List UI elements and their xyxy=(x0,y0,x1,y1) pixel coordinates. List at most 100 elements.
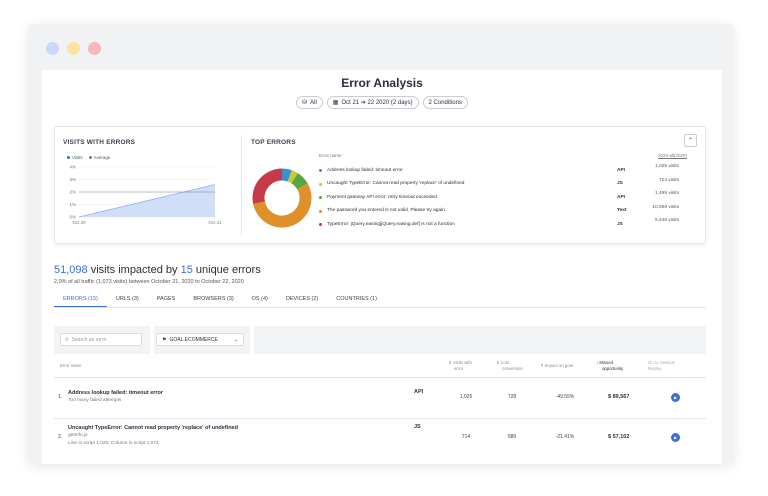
top-error-row[interactable]: Uncaught TypeError: Cannot read property… xyxy=(319,177,689,195)
segment-filter[interactable]: ⛁ All xyxy=(296,96,323,109)
col-error-name[interactable]: Error name xyxy=(60,363,82,369)
tab-item[interactable]: BROWSERS (3) xyxy=(184,294,242,307)
collapse-button[interactable]: ⌃ xyxy=(684,134,697,147)
legend-visits: Visits xyxy=(67,155,83,160)
col-opportunity-label-b: opportunity xyxy=(602,365,624,371)
error-name: Payment gateway API error: retry timeout… xyxy=(327,194,437,200)
summary-card: VISITS WITH ERRORS Visits Average 0% 1% 2%… xyxy=(54,126,706,244)
error-name: Address lookup failed: timeout error xyxy=(327,167,403,173)
segment-filter-label: All xyxy=(310,99,317,106)
error-type: API xyxy=(617,167,625,173)
row-visits: 714 xyxy=(461,434,471,440)
error-color-swatch xyxy=(319,209,322,213)
error-name: TypeError: jQuery.easing[jQuery.easing.d… xyxy=(327,221,455,227)
y-tick-label: 4% xyxy=(69,165,76,170)
error-visits: 1,495 visits xyxy=(655,191,679,196)
error-type: API xyxy=(617,194,625,200)
toolbar-divider-2 xyxy=(250,326,254,354)
col-opportunity-label-a: Missed xyxy=(599,360,613,365)
error-name: The password you entered is not valid. P… xyxy=(327,208,447,213)
table-header-divider xyxy=(54,377,706,378)
goal-select-label: GOAL.ECOMMERCE xyxy=(169,336,218,343)
replay-button[interactable]: ▶ xyxy=(671,433,680,442)
top-errors-donut xyxy=(252,168,312,228)
tab-item[interactable]: OS (4) xyxy=(243,294,277,307)
tab-item[interactable]: URLS (3) xyxy=(107,294,148,307)
replay-button[interactable]: ▶ xyxy=(671,393,680,402)
row-number: 2. xyxy=(58,434,63,440)
visits-area-chart: 0% 1% 2% 3% 4% Oct 20 Oct 21 xyxy=(69,165,222,226)
col-impact-label: Impact on goal xyxy=(544,363,573,368)
segment-icon: ⛁ xyxy=(302,100,308,106)
search-input[interactable]: ⚲ Search an error xyxy=(60,333,142,346)
row-visits: 1,025 xyxy=(459,394,473,400)
tab-item[interactable]: ERRORS (15) xyxy=(54,294,107,307)
chart-legend: Visits Average xyxy=(67,155,110,160)
col-opportunity[interactable]: ↓ Missed opportunity xyxy=(596,360,623,371)
sort-icon: ⇕ xyxy=(448,360,452,365)
search-placeholder: Search an error xyxy=(71,336,107,343)
sort-icon: ⇕ xyxy=(496,360,500,365)
goal-select[interactable]: ⚑ GOAL.ECOMMERCE ⌄ xyxy=(156,333,244,346)
error-visits: 10,598 visits xyxy=(652,204,679,210)
top-error-row[interactable]: The password you entered is not valid. P… xyxy=(319,204,689,222)
impact-subtitle: 2.0% of all traffic (1,073 visits) betwe… xyxy=(54,279,244,285)
chevron-up-icon: ⌃ xyxy=(687,138,694,144)
legend-visits-swatch xyxy=(67,156,70,159)
error-visits: 714 visits xyxy=(659,177,679,183)
y-tick-label: 2% xyxy=(69,190,76,195)
error-name-header: Error name xyxy=(319,153,342,158)
donut-slice[interactable] xyxy=(281,168,292,182)
play-icon: ▶ xyxy=(673,435,678,440)
toolbar-divider xyxy=(150,326,154,354)
dimension-tabs: ERRORS (15) URLS (3) PAGES BROWSERS (3) OS (… xyxy=(54,294,706,308)
error-color-swatch xyxy=(319,196,322,199)
donut-slice[interactable] xyxy=(253,183,312,228)
row-number: 1. xyxy=(58,394,63,400)
row-error-subtitle: Too many failed attempts xyxy=(68,398,122,403)
top-error-row[interactable]: Payment gateway API error: retry timeout… xyxy=(319,191,689,208)
row-lost: 728 xyxy=(507,394,517,400)
error-color-swatch xyxy=(319,182,322,186)
donut-slice[interactable] xyxy=(291,173,308,190)
date-filter[interactable]: ▦ Oct 21 ➔ 22 2020 (2 days) xyxy=(326,96,419,109)
x-tick-label: Oct 21 xyxy=(208,220,222,225)
table-row[interactable]: 1. Address lookup failed: timeout error … xyxy=(54,384,706,420)
conditions-filter[interactable]: 2 Conditions xyxy=(422,96,468,109)
legend-average-label: Average xyxy=(93,155,111,160)
row-opportunity: $ 89,567 xyxy=(608,394,630,400)
top-error-row[interactable]: Address lookup failed: timeout error API 1… xyxy=(319,164,689,181)
window-dot-yellow[interactable] xyxy=(67,42,80,55)
col-visits-label-b: error xyxy=(454,365,464,371)
tab-item[interactable]: DEVICES (2) xyxy=(277,294,327,307)
x-tick-label: Oct 20 xyxy=(72,220,86,225)
row-opportunity: $ 57,102 xyxy=(608,434,630,440)
legend-visits-label: Visits xyxy=(72,155,83,160)
row-error-location: Line in script 1,020, Column in script 1… xyxy=(68,441,159,446)
tab-item[interactable]: COUNTRIES (1) xyxy=(327,294,386,307)
window-dot-blue[interactable] xyxy=(46,42,59,55)
flag-icon: ⚑ xyxy=(162,336,167,343)
error-type: Text xyxy=(617,208,627,213)
error-color-swatch xyxy=(319,169,322,172)
top-errors-list: Address lookup failed: timeout error API 1… xyxy=(319,164,689,235)
donut-slice[interactable] xyxy=(252,168,283,204)
legend-average: Average xyxy=(88,155,111,160)
col-replay: Go to Session Replay xyxy=(648,360,675,371)
col-lost[interactable]: ⇕ Lost conversion xyxy=(496,360,523,371)
donut-slice[interactable] xyxy=(287,170,298,184)
col-replay-label-a: Go to Session xyxy=(648,360,675,365)
date-filter-label: Oct 21 ➔ 22 2020 (2 days) xyxy=(341,100,413,106)
col-impact[interactable]: ⇕ Impact on goal xyxy=(540,363,573,369)
top-error-row[interactable]: TypeError: jQuery.easing[jQuery.easing.d… xyxy=(319,218,689,235)
sort-icon: ⇕ xyxy=(540,363,544,368)
filter-bar: ⛁ All ▦ Oct 21 ➔ 22 2020 (2 days) 2 Cond… xyxy=(42,96,722,109)
col-visits[interactable]: ⇕ Visits with error xyxy=(448,360,472,371)
error-type: JS xyxy=(617,181,623,186)
tab-item[interactable]: PAGES xyxy=(148,294,185,307)
row-error-title: Address lookup failed: timeout error xyxy=(68,390,164,396)
period-header[interactable]: 2020-all(2020) xyxy=(658,153,687,158)
y-tick-label: 1% xyxy=(69,202,76,207)
table-row[interactable]: 2. Uncaught TypeError: Cannot read prope… xyxy=(54,422,706,464)
window-dot-red[interactable] xyxy=(88,42,101,55)
